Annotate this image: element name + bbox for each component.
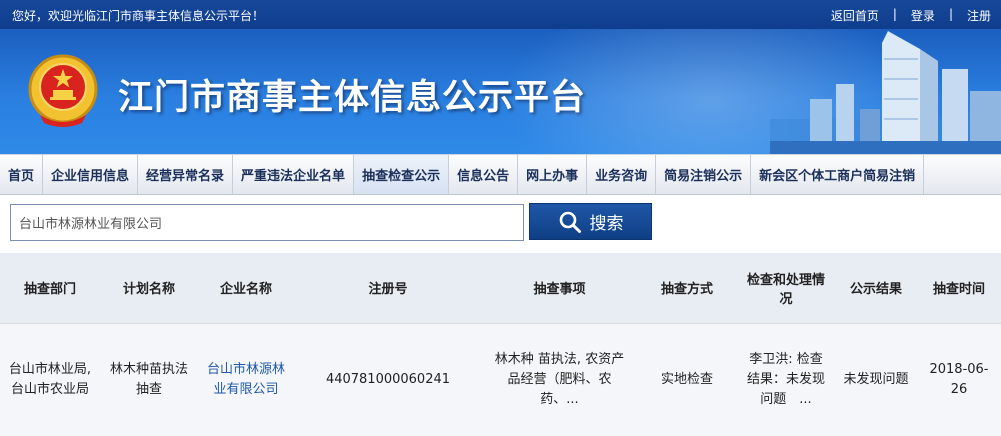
handling-result-cell: 李卫洪: 检查结果：未发现问题 ...: [737, 323, 835, 436]
registration-number-cell: 440781000060241: [294, 323, 482, 436]
inspection-method-cell: 实地检查: [637, 323, 737, 436]
table-header-row: 抽查部门 计划名称 企业名称 注册号 抽查事项 抽查方式 检查和处理情况 公示结…: [0, 253, 1001, 324]
site-title: 江门市商事主体信息公示平台: [118, 78, 587, 118]
nav-item-simple-cancellation[interactable]: 简易注销公示: [656, 155, 752, 194]
home-link[interactable]: 返回首页: [831, 7, 879, 24]
top-links: 返回首页 | 登录 | 注册: [831, 7, 991, 24]
search-input[interactable]: [10, 204, 524, 241]
city-skyline-illustration: [770, 31, 1001, 154]
column-header: 抽查事项: [482, 253, 637, 324]
site-banner: 江门市商事主体信息公示平台: [0, 29, 1001, 154]
search-button-label: 搜索: [589, 214, 624, 234]
company-name-link[interactable]: 台山市林源林业有限公司: [198, 323, 294, 436]
column-header: 计划名称: [100, 253, 198, 324]
column-header: 公示结果: [835, 253, 917, 324]
separator: |: [948, 7, 953, 21]
nav-item-consulting[interactable]: 业务咨询: [587, 155, 657, 194]
top-bar: 您好，欢迎光临江门市商事主体信息公示平台！ 返回首页 | 登录 | 注册: [0, 0, 1001, 29]
nav-item-announcements[interactable]: 信息公告: [449, 155, 519, 194]
nav-item-xinhui-cancellation[interactable]: 新会区个体工商户简易注销: [751, 155, 925, 194]
main-nav: 首页 企业信用信息 经营异常名录 严重违法企业名单 抽查检查公示 信息公告 网上…: [0, 154, 1001, 195]
national-emblem-icon: [28, 54, 98, 127]
login-link[interactable]: 登录: [911, 7, 935, 24]
column-header: 注册号: [294, 253, 482, 324]
column-header: 抽查方式: [637, 253, 737, 324]
separator: |: [892, 7, 897, 21]
column-header: 检查和处理情况: [737, 253, 835, 324]
search-icon: [559, 211, 581, 233]
inspection-items-cell: 林木种 苗执法, 农资产品经营（肥料、农药、...: [482, 323, 637, 436]
publication-result-cell: 未发现问题: [835, 323, 917, 436]
results-table: 抽查部门 计划名称 企业名称 注册号 抽查事项 抽查方式 检查和处理情况 公示结…: [0, 253, 1001, 436]
nav-item-online-services[interactable]: 网上办事: [518, 155, 588, 194]
column-header: 抽查时间: [917, 253, 1001, 324]
column-header: 抽查部门: [0, 253, 100, 324]
register-link[interactable]: 注册: [967, 7, 991, 24]
nav-item-inspection[interactable]: 抽查检查公示: [354, 155, 450, 194]
inspection-date-cell: 2018-06-26: [917, 323, 1001, 436]
department-cell: 台山市林业局, 台山市农业局: [0, 323, 100, 436]
plan-name-cell: 林木种苗执法抽查: [100, 323, 198, 436]
nav-item-home[interactable]: 首页: [0, 155, 44, 194]
search-button[interactable]: 搜索: [529, 203, 652, 240]
nav-item-abnormal-list[interactable]: 经营异常名录: [138, 155, 234, 194]
table-row: 台山市林业局, 台山市农业局 林木种苗执法抽查 台山市林源林业有限公司 4407…: [0, 323, 1001, 436]
welcome-text: 您好，欢迎光临江门市商事主体信息公示平台！: [12, 9, 265, 23]
nav-item-credit-info[interactable]: 企业信用信息: [43, 155, 139, 194]
nav-item-illegal-list[interactable]: 严重违法企业名单: [233, 155, 355, 194]
column-header: 企业名称: [198, 253, 294, 324]
